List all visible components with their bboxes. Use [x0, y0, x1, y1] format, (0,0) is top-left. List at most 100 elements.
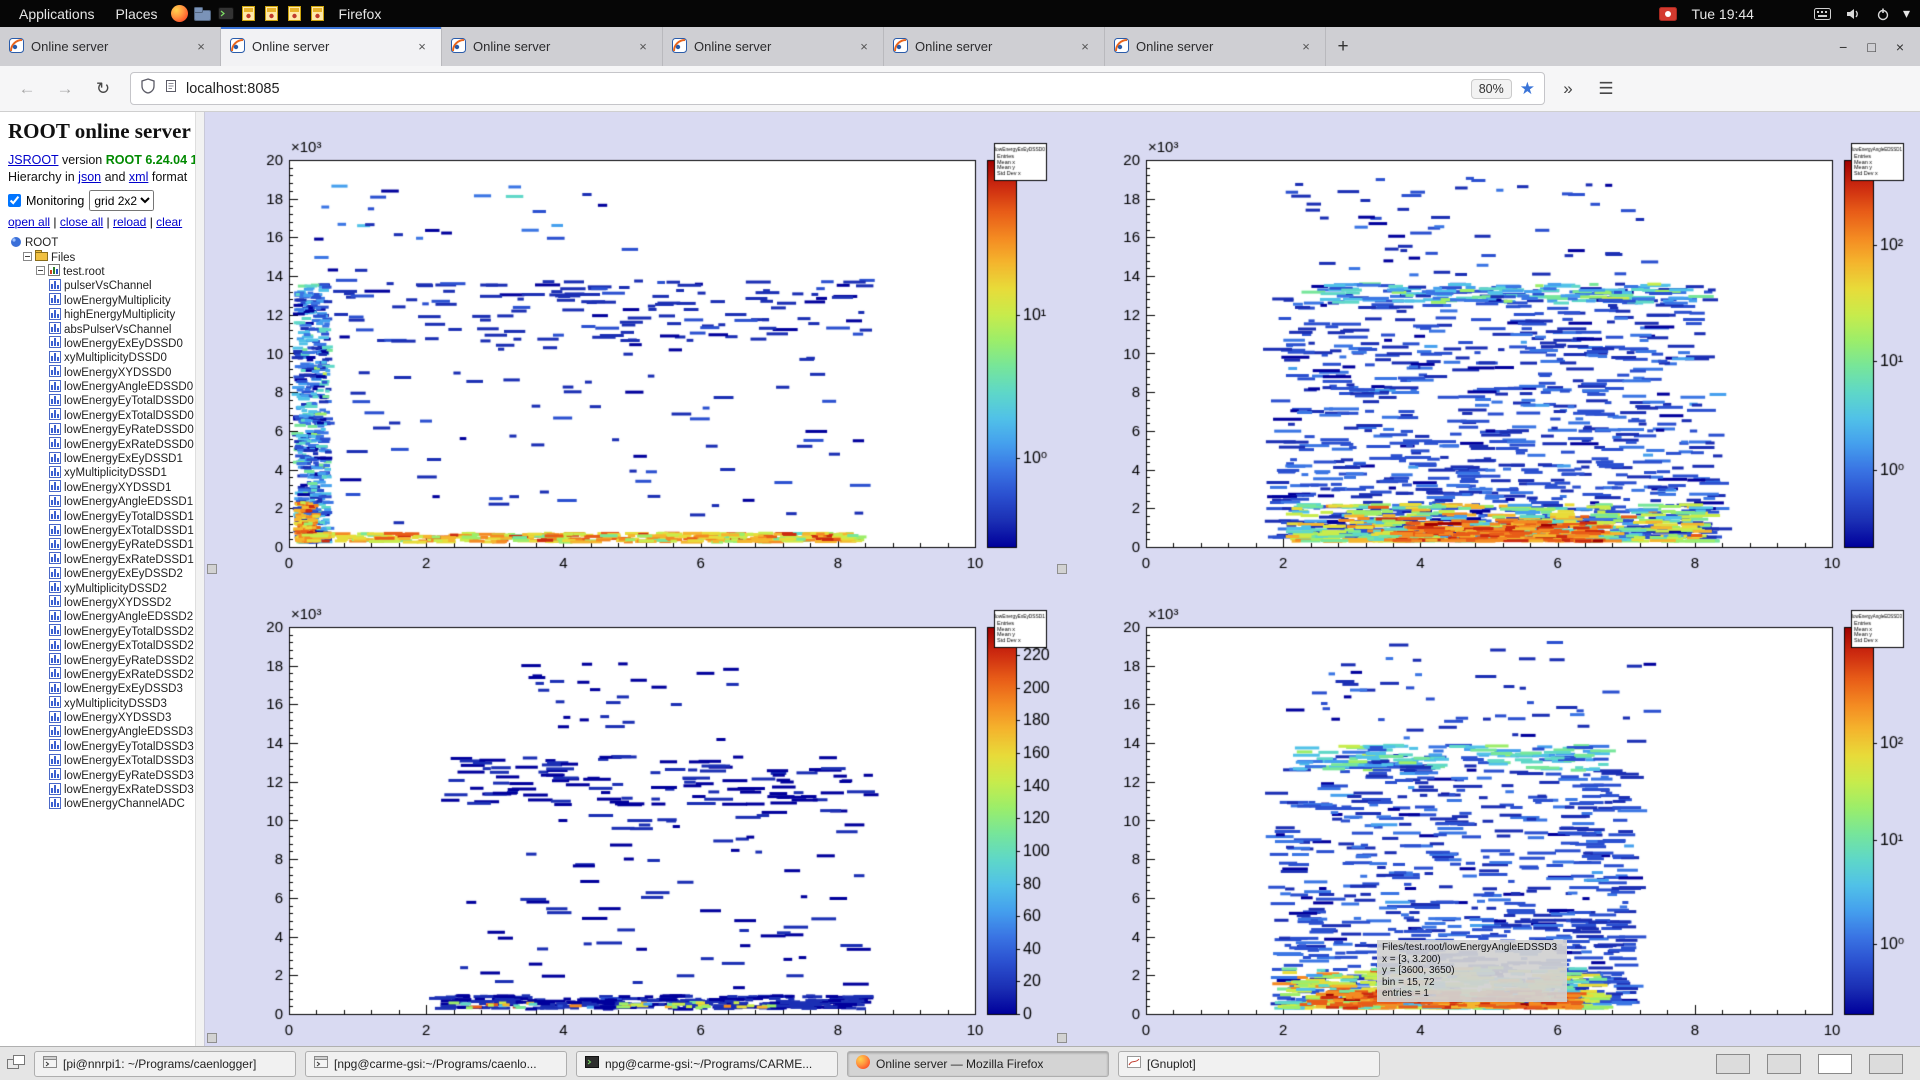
tree-item[interactable]: test.root [8, 265, 191, 279]
tree-item[interactable]: lowEnergyExRateDSSD1 [8, 553, 191, 567]
tree-item[interactable]: lowEnergyEyTotalDSSD1 [8, 509, 191, 523]
browser-tab[interactable]: Online server× [884, 27, 1105, 66]
zoom-indicator[interactable]: 80% [1471, 79, 1512, 99]
power-icon[interactable] [1873, 4, 1893, 24]
firefox-launcher-icon[interactable] [170, 4, 190, 24]
doc-app-icon[interactable] [262, 4, 282, 24]
hamburger-menu-icon[interactable]: ☰ [1591, 74, 1621, 104]
tree-item[interactable]: absPulserVsChannel [8, 322, 191, 336]
doc-app-icon[interactable] [308, 4, 328, 24]
pad-resize-handle[interactable] [207, 1033, 217, 1043]
plot-pad-3[interactable] [205, 579, 1063, 1046]
applications-menu[interactable]: Applications [10, 4, 104, 24]
tree-item[interactable]: lowEnergyExTotalDSSD3 [8, 754, 191, 768]
browser-tab[interactable]: Online server× [442, 27, 663, 66]
tree-item[interactable]: lowEnergyEyRateDSSD1 [8, 538, 191, 552]
forward-button[interactable]: → [50, 74, 80, 104]
screen-record-indicator-icon[interactable] [1658, 4, 1678, 24]
monitoring-checkbox[interactable] [8, 194, 21, 207]
grid-layout-select[interactable]: grid 2x2 [89, 190, 154, 211]
tree-item[interactable]: lowEnergyXYDSSD3 [8, 711, 191, 725]
tree-item[interactable]: xyMultiplicityDSSD0 [8, 351, 191, 365]
overflow-menu-icon[interactable]: » [1553, 74, 1583, 104]
taskbar-window-button[interactable]: [pi@nnrpi1: ~/Programs/caenlogger] [34, 1051, 296, 1077]
sidebar-scrollbar[interactable] [195, 112, 205, 1046]
tree-item[interactable]: lowEnergyMultiplicity [8, 294, 191, 308]
tree-item[interactable]: Files [8, 250, 191, 264]
taskbar-window-button[interactable]: [Gnuplot] [1118, 1051, 1380, 1077]
tree-expander-icon[interactable] [36, 266, 45, 278]
taskbar-window-button[interactable]: [npg@carme-gsi:~/Programs/caenlo... [305, 1051, 567, 1077]
tree-action-link[interactable]: clear [156, 215, 182, 229]
tree-action-link[interactable]: reload [113, 215, 146, 229]
browser-tab[interactable]: Online server× [221, 27, 442, 66]
tree-item[interactable]: lowEnergyExTotalDSSD1 [8, 524, 191, 538]
xml-link[interactable]: xml [129, 170, 148, 184]
url-bar[interactable]: localhost:8085 80% ★ [130, 72, 1545, 105]
tree-item[interactable]: lowEnergyEyRateDSSD0 [8, 423, 191, 437]
new-tab-button[interactable]: + [1326, 27, 1360, 66]
tree-item[interactable]: lowEnergyEyRateDSSD3 [8, 768, 191, 782]
tree-item[interactable]: lowEnergyEyTotalDSSD0 [8, 394, 191, 408]
tab-close-icon[interactable]: × [412, 37, 432, 57]
tree-action-link[interactable]: close all [60, 215, 103, 229]
volume-icon[interactable] [1843, 4, 1863, 24]
pad-resize-handle[interactable] [1057, 1033, 1067, 1043]
tree-expander-icon[interactable] [23, 252, 32, 264]
tree-item[interactable]: lowEnergyAngleEDSSD3 [8, 725, 191, 739]
jsroot-link[interactable]: JSROOT [8, 153, 58, 167]
bookmark-star-icon[interactable]: ★ [1520, 79, 1535, 99]
window-minimize-button[interactable]: − [1839, 39, 1847, 55]
reload-button[interactable]: ↻ [88, 74, 118, 104]
tree-item[interactable]: xyMultiplicityDSSD3 [8, 697, 191, 711]
tree-item[interactable]: lowEnergyExRateDSSD0 [8, 437, 191, 451]
workspace-cell[interactable] [1869, 1054, 1903, 1074]
tree-item[interactable]: lowEnergyExEyDSSD2 [8, 567, 191, 581]
workspace-cell[interactable] [1716, 1054, 1750, 1074]
plot-pad-1[interactable] [205, 112, 1063, 579]
tab-close-icon[interactable]: × [854, 37, 874, 57]
tree-item[interactable]: highEnergyMultiplicity [8, 308, 191, 322]
tree-item[interactable]: lowEnergyAngleEDSSD1 [8, 495, 191, 509]
monitoring-label[interactable]: Monitoring [26, 194, 84, 208]
tree-item[interactable]: lowEnergyEyRateDSSD2 [8, 653, 191, 667]
plot-pad-4[interactable]: Files/test.root/lowEnergyAngleEDSSD3 x =… [1062, 579, 1920, 1046]
tree-item[interactable]: xyMultiplicityDSSD1 [8, 466, 191, 480]
tree-item[interactable]: lowEnergyAngleEDSSD2 [8, 610, 191, 624]
clock[interactable]: Tue 19:44 [1691, 6, 1754, 22]
taskbar-window-button[interactable]: Online server — Mozilla Firefox [847, 1051, 1109, 1077]
browser-tab[interactable]: Online server× [663, 27, 884, 66]
tree-item[interactable]: pulserVsChannel [8, 279, 191, 293]
taskbar-window-button[interactable]: npg@carme-gsi:~/Programs/CARME... [576, 1051, 838, 1077]
browser-tab[interactable]: Online server× [1105, 27, 1326, 66]
tree-item[interactable]: lowEnergyChannelADC [8, 797, 191, 811]
tree-item[interactable]: lowEnergyExTotalDSSD2 [8, 639, 191, 653]
window-close-button[interactable]: × [1896, 39, 1904, 55]
terminal-app-icon[interactable] [216, 4, 236, 24]
tree-item[interactable]: lowEnergyExEyDSSD1 [8, 452, 191, 466]
places-menu[interactable]: Places [107, 4, 167, 24]
tree-item[interactable]: lowEnergyXYDSSD2 [8, 596, 191, 610]
input-source-icon[interactable] [1813, 4, 1833, 24]
workspace-cell[interactable] [1818, 1054, 1852, 1074]
tree-action-link[interactable]: open all [8, 215, 50, 229]
tree-item[interactable]: lowEnergyExEyDSSD0 [8, 337, 191, 351]
page-info-icon[interactable] [164, 79, 178, 98]
tree-item[interactable]: xyMultiplicityDSSD2 [8, 581, 191, 595]
tree-item[interactable]: lowEnergyAngleEDSSD0 [8, 380, 191, 394]
tree-item[interactable]: lowEnergyExEyDSSD3 [8, 682, 191, 696]
tree-item[interactable]: lowEnergyEyTotalDSSD3 [8, 740, 191, 754]
window-maximize-button[interactable]: □ [1867, 39, 1875, 55]
doc-app-icon[interactable] [239, 4, 259, 24]
workspace-cell[interactable] [1767, 1054, 1801, 1074]
tree-item[interactable]: lowEnergyXYDSSD1 [8, 481, 191, 495]
tree-item[interactable]: lowEnergyXYDSSD0 [8, 366, 191, 380]
shield-icon[interactable] [140, 78, 156, 99]
tree-item[interactable]: lowEnergyExTotalDSSD0 [8, 409, 191, 423]
plot-pad-2[interactable] [1062, 112, 1920, 579]
pad-resize-handle[interactable] [207, 564, 217, 574]
browser-tab[interactable]: Online server× [0, 27, 221, 66]
doc-app-icon[interactable] [285, 4, 305, 24]
chevron-down-icon[interactable]: ▾ [1903, 5, 1910, 22]
tree-item[interactable]: lowEnergyEyTotalDSSD2 [8, 625, 191, 639]
